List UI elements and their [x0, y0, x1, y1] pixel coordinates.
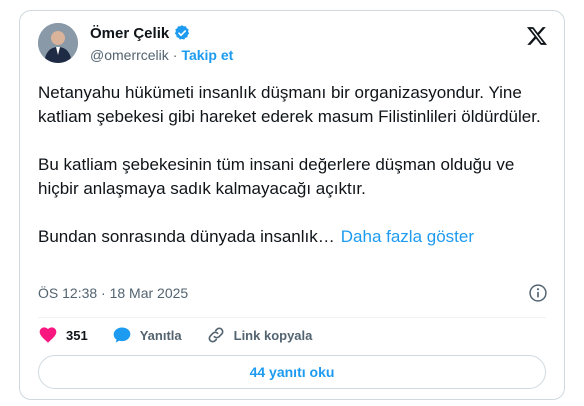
tweet-paragraph: Bu katliam şebekesinin tüm insani değerl…: [38, 155, 515, 198]
author-name[interactable]: Ömer Çelik: [90, 25, 169, 42]
reply-button[interactable]: Yanıtla: [112, 325, 182, 345]
tweet-text: Netanyahu hükümeti insanlık düşmanı bir …: [38, 81, 548, 249]
info-icon[interactable]: [528, 283, 548, 303]
author-handle[interactable]: @omerrcelik: [90, 47, 169, 63]
tweet-timestamp[interactable]: ÖS 12:38 · 18 Mar 2025: [38, 285, 188, 301]
reply-bubble-icon: [113, 327, 131, 343]
tweet-card: Ömer Çelik @omerrcelik · Takip et Netany…: [19, 10, 565, 400]
reply-label: Yanıtla: [139, 327, 182, 343]
tweet-paragraph: Netanyahu hükümeti insanlık düşmanı bir …: [38, 83, 541, 126]
heart-icon: [39, 327, 57, 343]
tweet-truncated-text: Bundan sonrasında dünyada insanlık…: [38, 227, 335, 246]
author-handle-row: @omerrcelik · Takip et: [90, 47, 233, 63]
follow-button[interactable]: Takip et: [181, 47, 233, 63]
action-bar: 351 Yanıtla Link kopyala: [38, 325, 336, 345]
like-count: 351: [66, 327, 88, 343]
link-icon: [208, 327, 224, 343]
tweet-truncated-line: Bundan sonrasında dünyada insanlık… Daha …: [38, 225, 548, 249]
x-logo-icon[interactable]: [526, 25, 548, 47]
show-more-link[interactable]: Daha fazla göster: [341, 227, 474, 246]
like-button[interactable]: 351: [38, 325, 88, 345]
copy-link-button[interactable]: Link kopyala: [206, 325, 313, 345]
read-replies-button[interactable]: 44 yanıtı oku: [38, 355, 546, 389]
separator-dot: ·: [172, 47, 178, 63]
copy-link-label: Link kopyala: [233, 327, 313, 343]
author-name-row: Ömer Çelik: [90, 24, 191, 42]
avatar[interactable]: [38, 23, 78, 63]
divider: [38, 317, 546, 318]
verified-badge-icon: [175, 25, 190, 40]
